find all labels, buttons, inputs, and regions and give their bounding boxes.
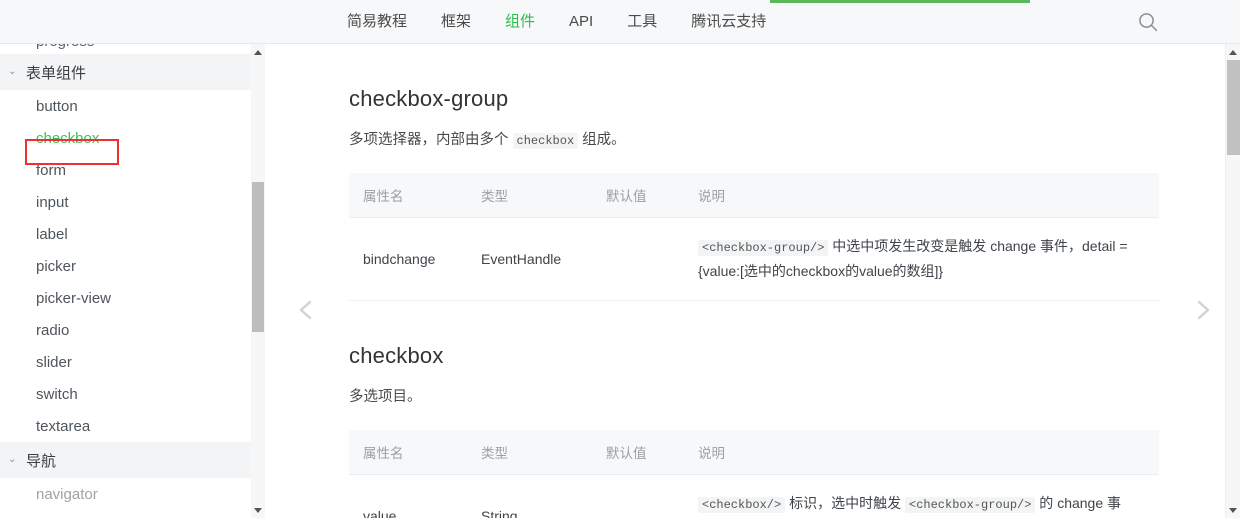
sidebar-item-label[interactable]: label xyxy=(0,218,264,250)
page-scrollbar-thumb[interactable] xyxy=(1227,60,1240,155)
cell-type: EventHandle xyxy=(467,218,592,301)
chevron-down-icon: ⌄ xyxy=(8,66,22,77)
sidebar-item-navigator-partial[interactable]: navigator xyxy=(0,478,264,510)
column-header: 属性名 xyxy=(349,430,467,475)
sidebar-item-label: slider xyxy=(36,354,72,371)
sidebar-group-form-components[interactable]: ⌄ 表单组件 xyxy=(0,54,264,90)
cell-default xyxy=(592,218,684,301)
column-header: 默认值 xyxy=(592,430,684,475)
nav-item-6[interactable]: 腾讯云支持 xyxy=(674,0,783,43)
sidebar-link-list: button checkbox form input label picker picker… xyxy=(0,90,264,442)
cell-default xyxy=(592,474,684,518)
inline-code: <checkbox/> xyxy=(698,497,785,513)
sidebar-scroll-down-arrow-icon[interactable] xyxy=(251,502,265,518)
page-scrollbar[interactable] xyxy=(1225,44,1240,518)
inline-code: <checkbox-group/> xyxy=(698,240,828,256)
nav-item-2[interactable]: 框架 xyxy=(424,0,488,43)
sidebar-item-label: label xyxy=(36,226,68,243)
text-fragment: 多选项目。 xyxy=(349,389,422,405)
sidebar-item-label: input xyxy=(36,194,69,211)
text-fragment: 组成。 xyxy=(578,132,626,148)
table-row: bindchangeEventHandle <checkbox-group/> 中… xyxy=(349,218,1159,301)
column-header: 类型 xyxy=(467,173,592,218)
sidebar-navigation: progress ⌄ 表单组件 button checkbox form input l… xyxy=(0,44,265,518)
search-icon[interactable] xyxy=(1136,10,1160,34)
sidebar-item-label: form xyxy=(36,162,66,179)
chevron-down-icon: ⌄ xyxy=(8,454,22,465)
cell-description: <checkbox/> 标识，选中时触发 <checkbox-group/> 的… xyxy=(684,474,1159,518)
sidebar-item-checkbox[interactable]: checkbox xyxy=(0,122,264,154)
main-content: checkbox-group 多项选择器，内部由多个 checkbox 组成。属性… xyxy=(266,44,1224,518)
sidebar-item-label: checkbox xyxy=(36,130,99,147)
inline-code: checkbox xyxy=(513,133,579,149)
nav-item-5[interactable]: 工具 xyxy=(610,0,674,43)
sidebar-scrollbar[interactable] xyxy=(251,44,265,518)
table-header-row: 属性名类型默认值说明 xyxy=(349,173,1159,218)
sidebar-item-form[interactable]: form xyxy=(0,154,264,186)
sidebar-item-input[interactable]: input xyxy=(0,186,264,218)
sidebar-item-picker[interactable]: picker xyxy=(0,250,264,282)
sidebar-item-label: button xyxy=(36,98,78,115)
sidebar-item-label: radio xyxy=(36,322,69,339)
cell-type: String xyxy=(467,474,592,518)
section-title: checkbox xyxy=(349,343,1159,369)
text-fragment: 标识，选中时触发 xyxy=(785,495,905,511)
api-table: 属性名类型默认值说明valueString<checkbox/> 标识，选中时触… xyxy=(349,430,1159,518)
sidebar-item-label: textarea xyxy=(36,418,90,435)
sidebar-scrollbar-thumb[interactable] xyxy=(252,182,264,332)
api-table: 属性名类型默认值说明bindchangeEventHandle<checkbox… xyxy=(349,173,1159,301)
sidebar-item-label: progress xyxy=(36,44,94,50)
sidebar-group-label: 表单组件 xyxy=(26,62,86,83)
table-header-row: 属性名类型默认值说明 xyxy=(349,430,1159,475)
cell-name: bindchange xyxy=(349,218,467,301)
sidebar-item-progress-partial[interactable]: progress xyxy=(0,44,264,54)
column-header: 默认值 xyxy=(592,173,684,218)
section-description: 多选项目。 xyxy=(349,386,1159,409)
page-load-progress-bar xyxy=(770,0,1030,3)
nav-item-4[interactable]: API xyxy=(552,0,610,43)
text-fragment: 多项选择器，内部由多个 xyxy=(349,132,513,148)
page-scroll-up-arrow-icon[interactable] xyxy=(1226,44,1240,60)
cell-description: <checkbox-group/> 中选中项发生改变是触发 change 事件，… xyxy=(684,218,1159,301)
column-header: 说明 xyxy=(684,173,1159,218)
sidebar-item-picker-view[interactable]: picker-view xyxy=(0,282,264,314)
sidebar-item-label: picker xyxy=(36,258,76,275)
nav-item-3[interactable]: 组件 xyxy=(488,0,552,43)
sidebar-item-label: switch xyxy=(36,386,78,403)
inline-code: <checkbox-group/> xyxy=(905,497,1035,513)
column-header: 说明 xyxy=(684,430,1159,475)
site-header: 简易教程框架组件API工具腾讯云支持 xyxy=(0,0,1240,44)
page-scroll-down-arrow-icon[interactable] xyxy=(1226,502,1240,518)
chevron-right-icon[interactable] xyxy=(1186,293,1220,327)
sidebar-scroll-up-arrow-icon[interactable] xyxy=(251,44,265,60)
section-title: checkbox-group xyxy=(349,86,1159,112)
sidebar-item-button[interactable]: button xyxy=(0,90,264,122)
sidebar-group-label: 导航 xyxy=(26,450,56,471)
table-row: valueString <checkbox/> 标识，选中时触发 <checkbo… xyxy=(349,474,1159,518)
sidebar-item-textarea[interactable]: textarea xyxy=(0,410,264,442)
sidebar-item-slider[interactable]: slider xyxy=(0,346,264,378)
section-description: 多项选择器，内部由多个 checkbox 组成。 xyxy=(349,129,1159,152)
sidebar-group-navigation[interactable]: ⌄ 导航 xyxy=(0,442,264,478)
column-header: 属性名 xyxy=(349,173,467,218)
documentation-body: checkbox-group 多项选择器，内部由多个 checkbox 组成。属性… xyxy=(349,44,1159,518)
cell-name: value xyxy=(349,474,467,518)
column-header: 类型 xyxy=(467,430,592,475)
sidebar-item-switch[interactable]: switch xyxy=(0,378,264,410)
sidebar-item-label: navigator xyxy=(36,486,98,503)
sidebar-item-radio[interactable]: radio xyxy=(0,314,264,346)
nav-item-1[interactable]: 简易教程 xyxy=(330,0,424,43)
sidebar-item-label: picker-view xyxy=(36,290,111,307)
chevron-left-icon[interactable] xyxy=(290,293,324,327)
main-navigation: 简易教程框架组件API工具腾讯云支持 xyxy=(330,0,783,43)
